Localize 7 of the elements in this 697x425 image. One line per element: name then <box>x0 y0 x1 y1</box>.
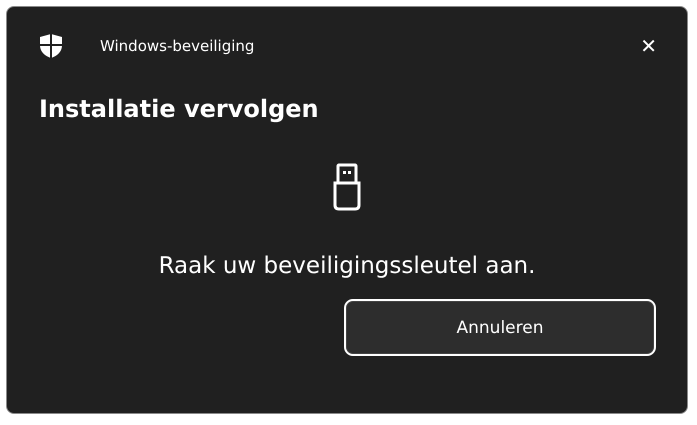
dialog-heading: Installatie vervolgen <box>39 95 320 123</box>
usb-key-icon <box>333 163 361 211</box>
cancel-button[interactable]: Annuleren <box>346 301 654 354</box>
window-title: Windows-beveiliging <box>100 37 256 55</box>
close-button[interactable]: ✕ <box>634 34 663 58</box>
instruction-text: Raak uw beveiligingssleutel aan. <box>158 253 536 279</box>
shield-icon <box>40 34 62 58</box>
